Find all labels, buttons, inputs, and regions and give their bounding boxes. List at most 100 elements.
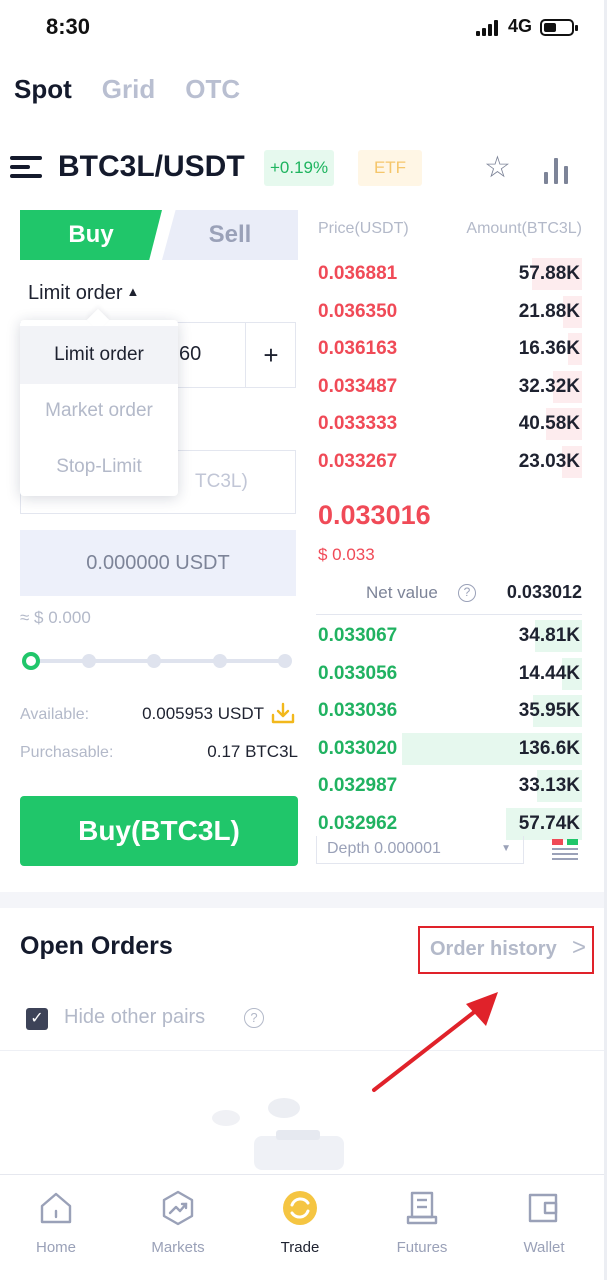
bid-amount: 35.95K (518, 700, 580, 721)
net-value: 0.033012 (506, 582, 582, 602)
nav-wallet-label: Wallet (523, 1239, 565, 1256)
tab-grid[interactable]: Grid (102, 74, 155, 105)
status-time: 8:30 (46, 14, 91, 39)
order-type-label: Limit order (28, 282, 123, 304)
amount-placeholder: TC3L) (195, 471, 248, 492)
bid-row[interactable]: 0.033067 34.81K (316, 618, 582, 654)
ask-price: 0.036881 (318, 263, 398, 284)
bid-row[interactable]: 0.033056 14.44K (316, 656, 582, 692)
network-type: 4G (508, 16, 533, 36)
open-orders-title: Open Orders (20, 932, 173, 960)
ask-amount: 57.88K (518, 263, 580, 284)
available-row: Available: 0.005953 USDT (20, 702, 298, 728)
purchasable-row: Purchasable: 0.17 BTC3L (20, 742, 298, 766)
bid-amount: 34.81K (518, 625, 580, 646)
bid-price: 0.033067 (318, 625, 398, 646)
bid-amount: 57.74K (518, 812, 580, 834)
etf-badge: ETF (358, 150, 422, 186)
bid-price: 0.033056 (318, 662, 398, 684)
bid-price: 0.033020 (318, 737, 398, 759)
bid-amount: 33.13K (518, 775, 580, 796)
option-market-order[interactable]: Market order (20, 382, 178, 440)
ask-amount: 21.88K (518, 300, 580, 322)
bid-row[interactable]: 0.033036 35.95K (316, 693, 582, 729)
ask-row[interactable]: 0.036163 16.36K (316, 331, 582, 367)
price-change-badge: +0.19% (264, 150, 335, 186)
order-type-dropdown: Limit order Market order Stop-Limit (20, 308, 178, 496)
help-icon[interactable]: ? (458, 584, 476, 602)
nav-home[interactable]: Home (6, 1189, 106, 1256)
slider-handle[interactable] (22, 652, 40, 670)
buy-tab[interactable]: Buy (20, 210, 162, 260)
ask-amount: 16.36K (518, 338, 580, 359)
ask-price: 0.033487 (318, 375, 398, 397)
ask-amount: 32.32K (518, 375, 580, 397)
ask-row[interactable]: 0.033333 40.58K (316, 406, 582, 442)
total-display[interactable]: 0.000000 USDT (20, 530, 296, 596)
pair-header: BTC3L/USDT +0.19% ETF ☆ (10, 146, 600, 190)
trade-mode-tabs: Spot Grid OTC (14, 74, 240, 105)
nav-futures[interactable]: Futures (372, 1189, 472, 1256)
ask-price: 0.036350 (318, 300, 398, 322)
ask-price: 0.033267 (318, 450, 398, 472)
amount-column-header: Amount(BTC3L) (466, 220, 582, 237)
tab-otc[interactable]: OTC (185, 74, 240, 105)
book-layout-icon[interactable] (550, 836, 580, 862)
order-book-header: Price(USDT) Amount(BTC3L) (318, 220, 582, 242)
depth-select[interactable]: Depth 0.000001 ▼ (316, 836, 524, 864)
depth-select-value: Depth 0.000001 (327, 840, 441, 857)
ask-row[interactable]: 0.036881 57.88K (316, 256, 582, 292)
bid-amount: 14.44K (518, 662, 580, 684)
nav-trade-label: Trade (280, 1239, 320, 1256)
amount-percent-slider[interactable] (20, 652, 296, 670)
hide-other-pairs-label: Hide other pairs (64, 1006, 206, 1028)
bid-row[interactable]: 0.032987 33.13K (316, 768, 582, 804)
pair-name[interactable]: BTC3L/USDT (58, 150, 245, 184)
last-price[interactable]: 0.033016 (318, 500, 431, 531)
kline-chart-icon[interactable] (542, 154, 570, 184)
nav-home-label: Home (35, 1239, 76, 1256)
pair-menu-icon[interactable] (10, 156, 46, 178)
ask-row[interactable]: 0.033487 32.32K (316, 369, 582, 405)
net-value-label: Net value (366, 583, 438, 602)
bid-row[interactable]: 0.033020 136.6K (316, 731, 582, 767)
order-type-selector[interactable]: Limit order ▲ (28, 282, 139, 305)
ask-row[interactable]: 0.033267 23.03K (316, 444, 582, 480)
order-history-link[interactable]: Order history > (418, 926, 594, 974)
nav-markets-label: Markets (151, 1239, 205, 1256)
help-icon[interactable]: ? (244, 1008, 264, 1028)
ask-price: 0.033333 (318, 413, 398, 434)
bid-price: 0.032987 (318, 775, 398, 796)
bid-price: 0.033036 (318, 700, 398, 721)
battery-icon (540, 19, 578, 36)
checkbox-checked-icon[interactable]: ✓ (26, 1008, 48, 1030)
futures-icon (406, 1191, 438, 1225)
available-value: 0.005953 USDT (142, 704, 264, 723)
available-label: Available: (20, 706, 90, 723)
price-column-header: Price(USDT) (318, 220, 409, 237)
home-icon (40, 1192, 72, 1224)
option-limit-order[interactable]: Limit order (20, 326, 178, 384)
nav-trade[interactable]: Trade (250, 1189, 350, 1256)
price-value: 60 (179, 343, 202, 365)
tab-spot[interactable]: Spot (14, 74, 72, 105)
deposit-icon[interactable] (270, 702, 296, 726)
buy-submit-button[interactable]: Buy(BTC3L) (20, 796, 298, 866)
purchasable-label: Purchasable: (20, 744, 114, 761)
last-price-usd: $ 0.033 (318, 545, 375, 564)
nav-wallet[interactable]: Wallet (494, 1189, 594, 1256)
status-bar: 8:30 4G (0, 0, 607, 56)
wallet-icon (528, 1193, 558, 1223)
ask-row[interactable]: 0.036350 21.88K (316, 294, 582, 330)
sell-tab[interactable]: Sell (162, 210, 298, 260)
purchasable-value: 0.17 BTC3L (207, 742, 298, 761)
signal-icon (476, 20, 502, 36)
approx-usd-value: ≈ $ 0.000 (20, 608, 91, 627)
annotation-arrow (372, 992, 498, 1092)
nav-markets[interactable]: Markets (128, 1189, 228, 1256)
option-stop-limit[interactable]: Stop-Limit (20, 438, 178, 496)
price-increment-button[interactable]: + (253, 337, 289, 373)
ask-amount: 23.03K (518, 450, 580, 472)
chevron-right-icon: > (572, 934, 587, 961)
favorite-star-icon[interactable]: ☆ (484, 150, 511, 185)
